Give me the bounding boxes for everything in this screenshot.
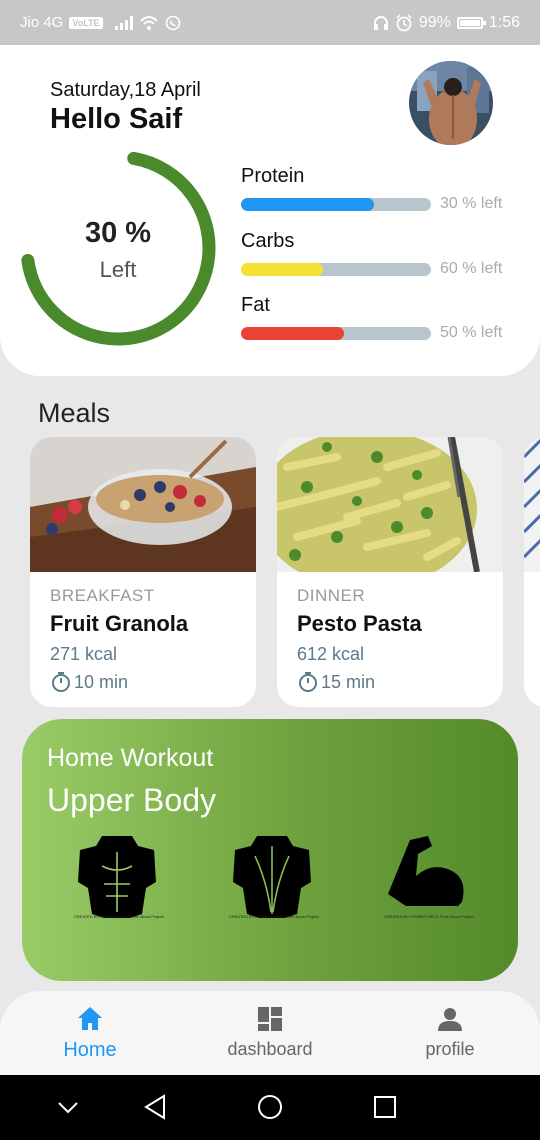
calorie-percent: 30 % <box>84 217 152 249</box>
calorie-left-label: Left <box>99 257 137 282</box>
whatsapp-icon <box>165 15 180 30</box>
macro-protein: Protein 30 % left <box>241 165 531 213</box>
macro-fat: Fat 50 % left <box>241 294 531 342</box>
meals-heading: Meals <box>38 398 111 428</box>
headphones-icon <box>373 15 388 30</box>
person-icon <box>438 1008 462 1031</box>
macro-bar <box>241 197 431 211</box>
macro-name: Protein <box>241 165 305 187</box>
home-circle-icon[interactable] <box>256 1093 284 1121</box>
dashboard-icon <box>258 1007 282 1031</box>
avatar[interactable] <box>409 61 493 145</box>
date-label: Saturday,18 April <box>50 79 201 101</box>
icon-credit: CREATED BY PROMOTHEUS From Noun Project <box>384 914 474 919</box>
macro-bar <box>241 262 431 276</box>
volte-badge: VoLTE <box>69 16 103 29</box>
timer-icon <box>299 672 317 692</box>
battery-percent: 99% <box>418 13 451 31</box>
battery-icon <box>456 16 486 29</box>
macro-bar <box>241 326 431 340</box>
meal-kcal: 271 kcal <box>50 644 118 664</box>
workout-subtitle: Home Workout <box>47 744 214 772</box>
carrier-label: Jio 4G <box>20 14 64 31</box>
signal-icon <box>114 15 133 30</box>
nav-home-label: Home <box>63 1039 117 1061</box>
clock: 1:56 <box>488 13 520 31</box>
meal-card-peek[interactable] <box>524 437 540 707</box>
meal-time: 10 min <box>50 671 128 693</box>
home-icon <box>78 1007 102 1030</box>
icon-credit: CREATED BY PROMOTHEUS From Noun Project <box>74 914 164 919</box>
macro-carbs: Carbs 60 % left <box>241 230 531 278</box>
nav-dashboard-label: dashboard <box>227 1039 313 1059</box>
wifi-icon <box>139 15 158 30</box>
alarm-icon <box>396 13 412 31</box>
back-icon[interactable] <box>142 1093 168 1121</box>
meal-card-dinner[interactable]: DINNER Pesto Pasta 612 kcal 15 min <box>277 437 503 707</box>
bottom-nav: Home dashboard profile <box>0 991 540 1075</box>
nav-profile-label: profile <box>425 1039 475 1059</box>
meal-type: DINNER <box>297 586 366 605</box>
timer-icon <box>52 672 70 692</box>
icon-credit: CREATED BY PROMOTHEUS From Noun Project <box>229 914 319 919</box>
macro-left-label: 60 % left <box>440 260 503 277</box>
meal-time-label: 15 min <box>321 671 376 692</box>
nav-home[interactable]: Home <box>20 1005 160 1062</box>
meal-time-label: 10 min <box>74 671 129 692</box>
status-bar: Jio 4G VoLTE 99% 1:56 <box>0 0 540 45</box>
pasta-image <box>277 437 503 589</box>
macro-left-label: 30 % left <box>440 195 503 212</box>
summary-card: Saturday,18 April Hello Saif 30 % Left P… <box>0 45 540 376</box>
granola-image <box>30 437 256 572</box>
recents-icon[interactable] <box>372 1093 398 1121</box>
meal-name: Pesto Pasta <box>297 611 422 636</box>
meal-time: 15 min <box>297 671 375 693</box>
nav-dashboard[interactable]: dashboard <box>200 1005 340 1060</box>
meal-name: Fruit Granola <box>50 611 189 636</box>
nav-profile[interactable]: profile <box>380 1005 520 1060</box>
system-nav-bar <box>0 1075 540 1140</box>
macro-name: Fat <box>241 294 270 316</box>
meal-card-breakfast[interactable]: BREAKFAST Fruit Granola 271 kcal 10 min <box>30 437 256 707</box>
meal-peek-image <box>524 437 540 572</box>
chevron-down-icon[interactable] <box>56 1093 80 1121</box>
meal-kcal: 612 kcal <box>297 644 365 664</box>
workout-title: Upper Body <box>47 782 216 818</box>
macro-name: Carbs <box>241 230 295 252</box>
macro-left-label: 50 % left <box>440 324 503 341</box>
workout-card[interactable]: Home Workout Upper Body CREATED BY PROMO… <box>22 719 518 981</box>
meal-type: BREAKFAST <box>50 586 155 605</box>
greeting: Hello Saif <box>50 103 183 135</box>
